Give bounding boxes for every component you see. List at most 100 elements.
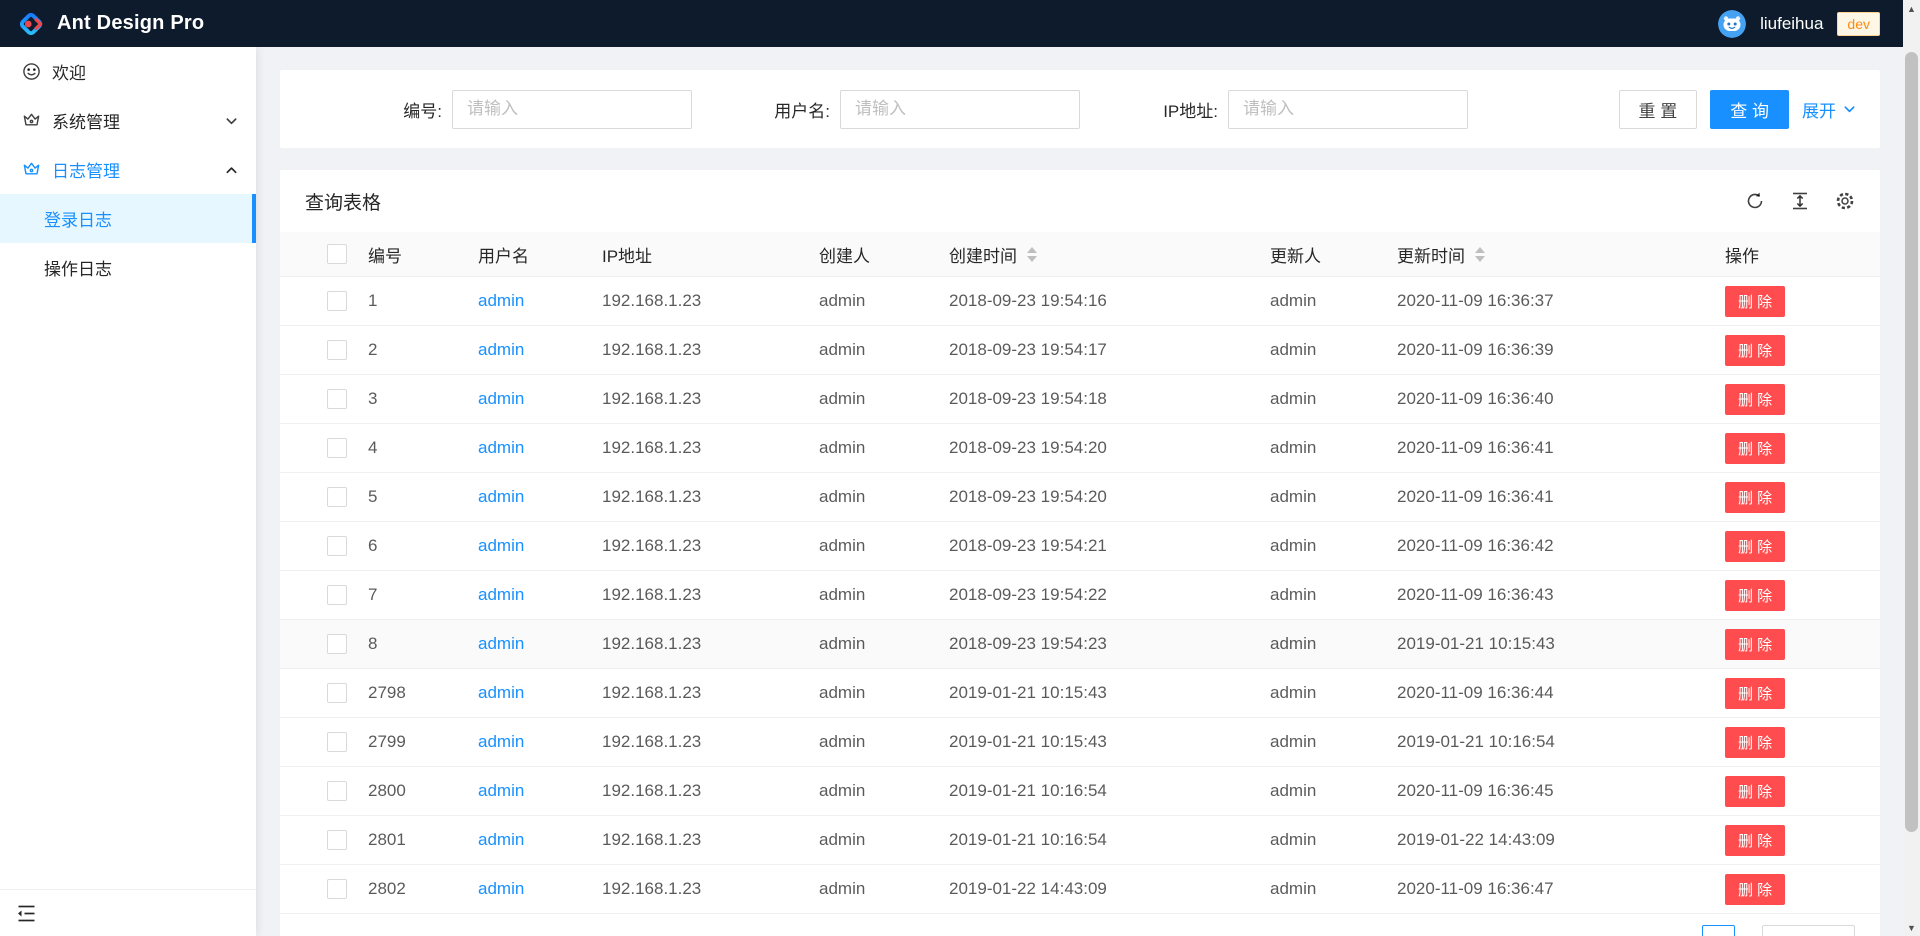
cell-created: 2018-09-23 19:54:18 bbox=[949, 389, 1270, 409]
sidebar-item-welcome[interactable]: 欢迎 bbox=[0, 47, 256, 96]
cell-creator: admin bbox=[819, 585, 949, 605]
username-input[interactable] bbox=[840, 90, 1080, 129]
cell-created: 2019-01-21 10:16:54 bbox=[949, 781, 1270, 801]
row-select-cell bbox=[280, 389, 368, 409]
delete-button[interactable]: 删 除 bbox=[1725, 335, 1785, 366]
cell-updater: admin bbox=[1270, 291, 1397, 311]
settings-gear-icon[interactable] bbox=[1835, 191, 1855, 211]
cell-creator: admin bbox=[819, 536, 949, 556]
cell-username[interactable]: admin bbox=[478, 438, 602, 458]
delete-button[interactable]: 删 除 bbox=[1725, 776, 1785, 807]
username[interactable]: liufeihua bbox=[1760, 14, 1823, 34]
cell-username[interactable]: admin bbox=[478, 389, 602, 409]
search-form: 编号: 用户名: IP地址: 重 置 查 询 展开 bbox=[280, 70, 1880, 148]
cell-id: 2798 bbox=[368, 683, 478, 703]
cell-username[interactable]: admin bbox=[478, 732, 602, 752]
cell-username[interactable]: admin bbox=[478, 879, 602, 899]
row-checkbox[interactable] bbox=[327, 732, 347, 752]
row-checkbox[interactable] bbox=[327, 830, 347, 850]
delete-button[interactable]: 删 除 bbox=[1725, 727, 1785, 758]
delete-button[interactable]: 删 除 bbox=[1725, 384, 1785, 415]
sidebar-item-system-mgmt[interactable]: 系统管理 bbox=[0, 96, 256, 145]
row-checkbox[interactable] bbox=[327, 879, 347, 899]
vertical-scrollbar[interactable]: ▲ ▼ bbox=[1903, 0, 1920, 936]
cell-updated: 2020-11-09 16:36:39 bbox=[1397, 340, 1725, 360]
ip-input[interactable] bbox=[1228, 90, 1468, 129]
cell-creator: admin bbox=[819, 879, 949, 899]
query-button[interactable]: 查 询 bbox=[1710, 90, 1789, 129]
avatar[interactable] bbox=[1718, 10, 1746, 38]
reset-button[interactable]: 重 置 bbox=[1619, 90, 1698, 129]
cell-updated: 2020-11-09 16:36:45 bbox=[1397, 781, 1725, 801]
column-height-icon[interactable] bbox=[1790, 191, 1810, 211]
sort-carets-icon[interactable] bbox=[1475, 247, 1485, 262]
sidebar-item-op-log[interactable]: 操作日志 bbox=[0, 243, 256, 292]
row-checkbox[interactable] bbox=[327, 340, 347, 360]
row-checkbox[interactable] bbox=[327, 781, 347, 801]
table-row: 2798 admin 192.168.1.23 admin 2019-01-21… bbox=[280, 669, 1880, 718]
search-fields: 编号: 用户名: IP地址: bbox=[304, 90, 1468, 129]
row-checkbox[interactable] bbox=[327, 487, 347, 507]
cell-username[interactable]: admin bbox=[478, 340, 602, 360]
table-card: 查询表格 bbox=[280, 170, 1880, 936]
main-content: 编号: 用户名: IP地址: 重 置 查 询 展开 bbox=[256, 47, 1903, 936]
cell-created: 2019-01-21 10:15:43 bbox=[949, 683, 1270, 703]
delete-button[interactable]: 删 除 bbox=[1725, 482, 1785, 513]
row-checkbox[interactable] bbox=[327, 634, 347, 654]
cell-username[interactable]: admin bbox=[478, 830, 602, 850]
delete-button[interactable]: 删 除 bbox=[1725, 629, 1785, 660]
delete-button[interactable]: 删 除 bbox=[1725, 433, 1785, 464]
cell-updated: 2020-11-09 16:36:44 bbox=[1397, 683, 1725, 703]
cell-username[interactable]: admin bbox=[478, 536, 602, 556]
row-select-cell bbox=[280, 683, 368, 703]
cell-id: 1 bbox=[368, 291, 478, 311]
page-size-select[interactable] bbox=[1762, 925, 1855, 936]
row-checkbox[interactable] bbox=[327, 438, 347, 458]
sidebar-item-log-mgmt[interactable]: 日志管理 bbox=[0, 145, 256, 194]
delete-button[interactable]: 删 除 bbox=[1725, 580, 1785, 611]
reload-icon[interactable] bbox=[1745, 191, 1765, 211]
delete-button[interactable]: 删 除 bbox=[1725, 678, 1785, 709]
row-checkbox[interactable] bbox=[327, 683, 347, 703]
delete-button[interactable]: 删 除 bbox=[1725, 874, 1785, 905]
row-action-cell: 删 除 bbox=[1725, 433, 1880, 464]
cell-creator: admin bbox=[819, 389, 949, 409]
delete-button[interactable]: 删 除 bbox=[1725, 286, 1785, 317]
row-checkbox[interactable] bbox=[327, 389, 347, 409]
scrollbar-thumb[interactable] bbox=[1905, 52, 1918, 832]
col-updated-time[interactable]: 更新时间 bbox=[1397, 242, 1725, 267]
app: Ant Design Pro liufeihua dev bbox=[0, 0, 1920, 936]
page-button-1[interactable]: 1 bbox=[1702, 925, 1735, 936]
cell-username[interactable]: admin bbox=[478, 487, 602, 507]
col-created-time[interactable]: 创建时间 bbox=[949, 242, 1270, 267]
env-tag: dev bbox=[1837, 12, 1880, 36]
cell-creator: admin bbox=[819, 634, 949, 654]
cell-id: 8 bbox=[368, 634, 478, 654]
cell-username[interactable]: admin bbox=[478, 683, 602, 703]
cell-created: 2019-01-22 14:43:09 bbox=[949, 879, 1270, 899]
id-input[interactable] bbox=[452, 90, 692, 129]
select-all-checkbox[interactable] bbox=[327, 244, 347, 264]
logo[interactable]: Ant Design Pro bbox=[17, 10, 204, 38]
scroll-up-arrow-icon[interactable]: ▲ bbox=[1903, 0, 1920, 17]
row-checkbox[interactable] bbox=[327, 585, 347, 605]
cell-updated: 2020-11-09 16:36:37 bbox=[1397, 291, 1725, 311]
sidebar-item-login-log[interactable]: 登录日志 bbox=[0, 194, 256, 243]
menu-fold-icon[interactable] bbox=[16, 903, 37, 924]
sort-carets-icon[interactable] bbox=[1027, 247, 1037, 262]
cell-created: 2018-09-23 19:54:16 bbox=[949, 291, 1270, 311]
cell-username[interactable]: admin bbox=[478, 781, 602, 801]
scroll-down-arrow-icon[interactable]: ▼ bbox=[1903, 919, 1920, 936]
delete-button[interactable]: 删 除 bbox=[1725, 825, 1785, 856]
cell-username[interactable]: admin bbox=[478, 291, 602, 311]
cell-username[interactable]: admin bbox=[478, 634, 602, 654]
row-checkbox[interactable] bbox=[327, 536, 347, 556]
delete-button[interactable]: 删 除 bbox=[1725, 531, 1785, 562]
row-action-cell: 删 除 bbox=[1725, 384, 1880, 415]
cell-creator: admin bbox=[819, 683, 949, 703]
cell-username[interactable]: admin bbox=[478, 585, 602, 605]
expand-link[interactable]: 展开 bbox=[1802, 97, 1856, 122]
field-username-label: 用户名: bbox=[692, 97, 840, 122]
table-row: 2800 admin 192.168.1.23 admin 2019-01-21… bbox=[280, 767, 1880, 816]
row-checkbox[interactable] bbox=[327, 291, 347, 311]
